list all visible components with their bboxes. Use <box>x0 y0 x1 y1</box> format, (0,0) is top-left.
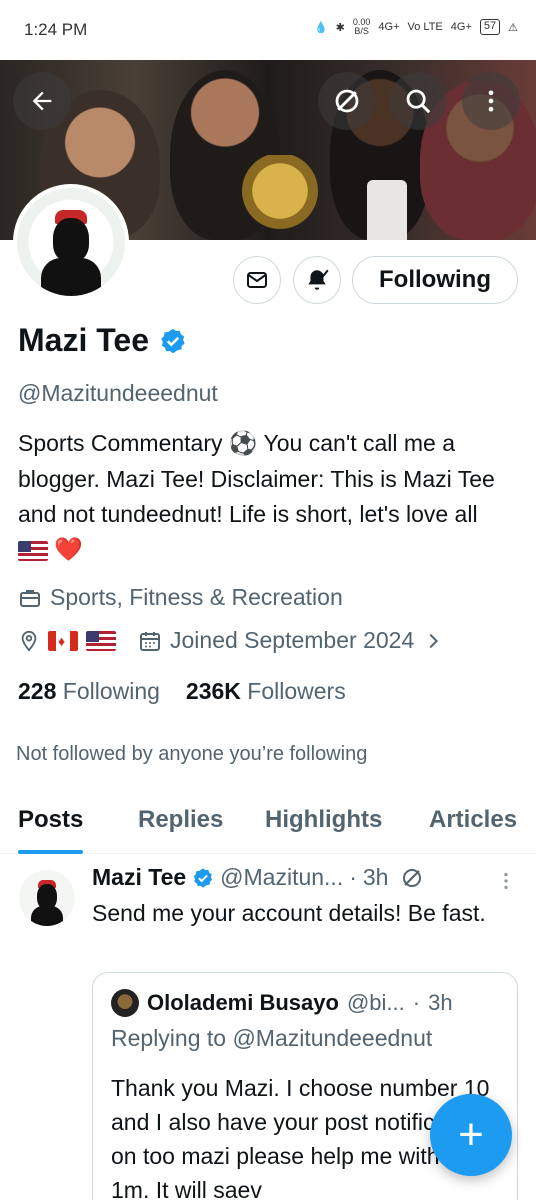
briefcase-icon <box>20 589 40 607</box>
profile-bio: Sports Commentary ⚽ You can't call me a … <box>18 430 495 562</box>
quote-header: Ololademi Busayo @bi... · 3h <box>111 989 453 1017</box>
following-count-link[interactable]: 228 Following <box>18 678 160 705</box>
location-icon <box>21 630 37 652</box>
chevron-right-icon <box>429 633 439 648</box>
tab-articles[interactable]: Articles <box>429 790 517 854</box>
search-button[interactable] <box>389 72 447 130</box>
profile-name-row: Mazi Tee <box>18 322 187 359</box>
us-flag-icon <box>18 540 48 561</box>
quote-separator: · <box>412 990 421 1015</box>
grok-icon[interactable] <box>400 866 424 890</box>
back-button[interactable] <box>13 72 71 130</box>
plus-icon: + <box>458 1110 484 1159</box>
profile-category: Sports, Fitness & Recreation <box>18 584 343 611</box>
avatar <box>17 188 125 296</box>
status-bar: 1:24 PM 💧 ✱ 0.00 B/S 4G+ Vo LTE 4G+ 57 ⚠ <box>0 0 536 60</box>
bell-check-icon <box>308 269 329 290</box>
heart-emoji: ❤️ <box>54 536 84 562</box>
alert-icon: ⚠ <box>508 21 518 34</box>
status-icons: 💧 ✱ 0.00 B/S 4G+ Vo LTE 4G+ 57 ⚠ <box>314 18 518 36</box>
banner-trophy <box>238 155 322 240</box>
calendar-icon <box>140 631 160 651</box>
following-button[interactable]: Following <box>352 256 518 304</box>
quote-replying-to: Replying to @Mazitundeeednut <box>111 1025 433 1051</box>
banner-figure <box>367 180 407 240</box>
compose-button[interactable]: + <box>430 1094 512 1176</box>
profile-avatar[interactable] <box>13 184 129 300</box>
tab-replies[interactable]: Replies <box>138 790 223 854</box>
not-followed-note: Not followed by anyone you’re following <box>16 743 368 765</box>
volte-icon: Vo LTE <box>407 21 443 33</box>
post-author-handle[interactable]: @Mazitun... <box>220 864 343 891</box>
message-button[interactable] <box>233 256 281 304</box>
mail-icon <box>247 272 267 288</box>
profile-handle: @Mazitundeeednut <box>18 380 218 406</box>
us-flag-icon <box>86 630 116 651</box>
tab-posts[interactable]: Posts <box>18 790 84 854</box>
battery-icon: 57 <box>479 19 501 35</box>
more-vertical-icon <box>504 872 508 890</box>
bluetooth-icon: ✱ <box>335 21 345 34</box>
signal-icon-2: 4G+ <box>450 21 472 33</box>
post-author-name[interactable]: Mazi Tee <box>92 864 186 891</box>
data-saver-icon: 💧 <box>313 21 328 34</box>
quote-author-name: Ololademi Busayo <box>147 990 339 1015</box>
post-more-button[interactable] <box>500 870 512 898</box>
soccer-ball-emoji: ⚽ <box>228 431 258 457</box>
followers-count-link[interactable]: 236K Followers <box>186 678 346 705</box>
post-avatar[interactable] <box>19 870 75 926</box>
verified-badge-icon <box>193 867 213 888</box>
more-button[interactable] <box>462 72 520 130</box>
quote-author-handle: @bi... <box>346 990 405 1015</box>
net-speed: 0.00 B/S <box>352 17 371 36</box>
arrow-left-icon <box>32 91 52 111</box>
signal-icon: 4G+ <box>378 21 400 33</box>
post-separator: · <box>349 864 357 890</box>
grok-button[interactable] <box>318 72 376 130</box>
quote-avatar <box>111 989 139 1017</box>
profile-name: Mazi Tee <box>18 322 149 358</box>
profile-tabs: Posts Replies Highlights Articles <box>0 790 536 854</box>
notifications-button[interactable] <box>293 256 341 304</box>
post-text: Send me your account details! Be fast. <box>92 900 486 926</box>
search-icon <box>406 89 431 114</box>
more-vertical-icon <box>488 90 494 112</box>
post-header: Mazi Tee @Mazitun... · 3h <box>92 864 522 891</box>
post-time[interactable]: 3h <box>363 864 389 891</box>
tab-highlights[interactable]: Highlights <box>265 790 382 854</box>
canada-flag-icon <box>48 630 78 651</box>
quote-time: 3h <box>428 990 453 1015</box>
profile-stats: 228 Following 236K Followers <box>18 678 346 705</box>
verified-badge-icon[interactable] <box>159 327 187 355</box>
profile-location-joined[interactable]: Joined September 2024 <box>18 627 444 654</box>
status-time: 1:24 PM <box>24 20 88 39</box>
grok-icon <box>335 89 359 113</box>
